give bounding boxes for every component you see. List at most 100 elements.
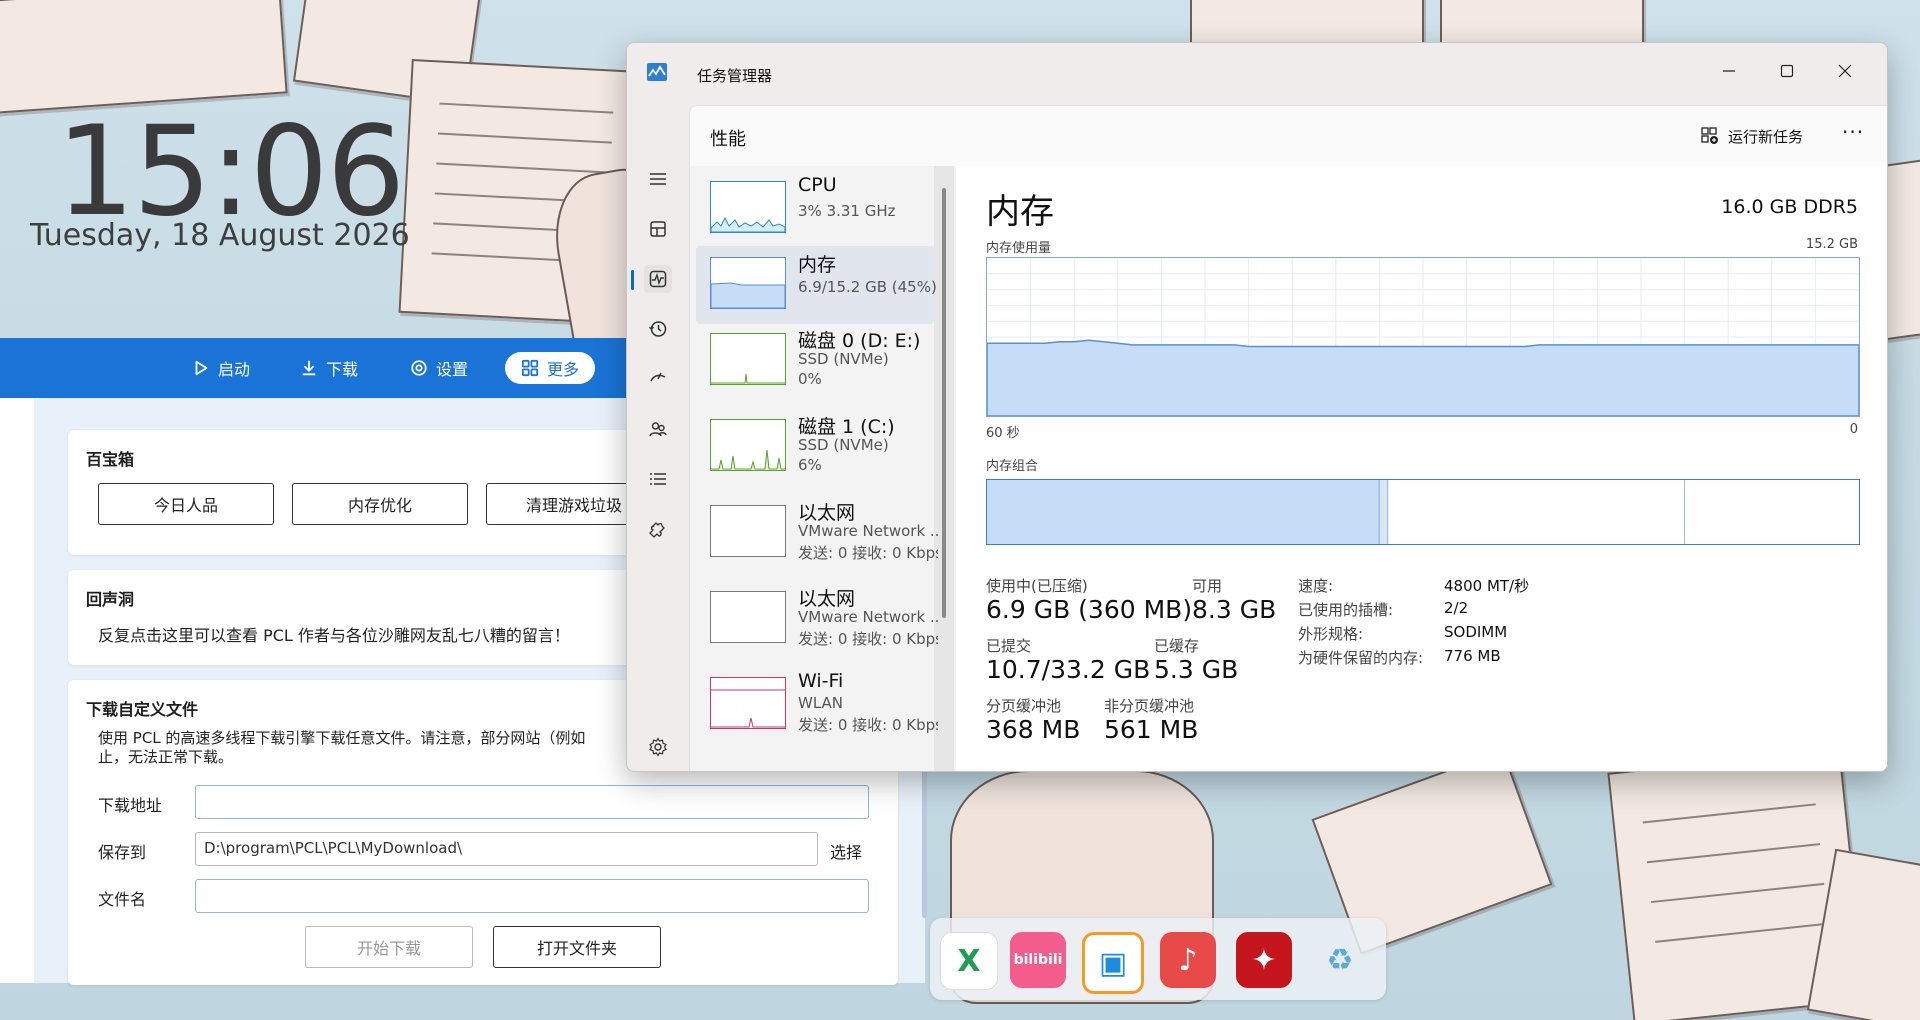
form-factor-value: SODIMM — [1444, 623, 1508, 641]
open-folder-button[interactable]: 打开文件夹 — [493, 926, 661, 968]
available-label: 可用 — [1192, 577, 1223, 595]
pcl-nav-label: 更多 — [547, 360, 580, 379]
pcl-nav-settings[interactable]: 设置 — [394, 352, 484, 384]
save-to-label: 保存到 — [98, 843, 147, 862]
memory-composition-label: 内存组合 — [986, 459, 1039, 474]
desktop-clock-date: Tuesday, 18 August 2026 — [30, 218, 410, 253]
pcl-nav-launch[interactable]: 启动 — [176, 352, 266, 384]
device-sub: 6.9/15.2 GB (45%) — [798, 278, 937, 296]
custom-download-desc-line2: 止，无法正常下载。 — [98, 748, 234, 766]
run-new-task-label: 运行新任务 — [1728, 127, 1804, 146]
task-manager-titlebar[interactable]: 任务管理器 — [627, 43, 1887, 105]
task-manager-window: 任务管理器 性能 运行新任务 ··· CPU 3% 3.31 GHz 内存 6.… — [626, 42, 1888, 772]
committed-label: 已提交 — [986, 637, 1032, 655]
dock-glyph: bilibili — [1013, 952, 1063, 968]
minimize-button[interactable] — [1701, 51, 1757, 91]
device-item-wifi[interactable]: Wi-Fi WLAN 发送: 0 接收: 0 Kbps — [696, 666, 938, 744]
device-sub: 发送: 0 接收: 0 Kbps — [798, 544, 938, 562]
wallpaper-paper — [1190, 0, 1424, 44]
pcl-nav-more[interactable]: 更多 — [505, 352, 596, 384]
recycle-bin-icon[interactable]: ♻ — [1312, 932, 1368, 988]
dock-glyph: ♻ — [1326, 942, 1354, 978]
start-download-button[interactable]: 开始下载 — [305, 926, 473, 968]
filename-label: 文件名 — [98, 890, 147, 909]
device-item-cpu[interactable]: CPU 3% 3.31 GHz — [696, 170, 934, 248]
task-manager-app-icon — [647, 63, 667, 81]
performance-icon — [649, 270, 667, 288]
close-button[interactable] — [1817, 51, 1873, 91]
vmware-icon[interactable]: ▣ — [1082, 932, 1144, 994]
device-item-ethernet-1[interactable]: 以太网 VMware Network ... 发送: 0 接收: 0 Kbps — [696, 494, 938, 572]
nav-processes[interactable] — [644, 215, 672, 243]
echo-text[interactable]: 反复点击这里可以查看 PCL 作者与各位沙雕网友乱七八糟的留言！ — [98, 622, 570, 646]
in-use-label: 使用中(已压缩) — [986, 577, 1088, 595]
wifi-thumbnail — [710, 677, 786, 729]
pcl-left-strip — [0, 398, 34, 983]
device-item-disk0[interactable]: 磁盘 0 (D: E:) SSD (NVMe) 0% — [696, 322, 934, 400]
composition-standby — [1388, 480, 1685, 544]
chaoxing-icon[interactable]: ✦ — [1236, 932, 1292, 988]
composition-modified — [1379, 480, 1389, 544]
custom-download-title: 下载自定义文件 — [86, 700, 199, 719]
memory-optimize-button[interactable]: 内存优化 — [292, 483, 468, 525]
download-url-label: 下载地址 — [98, 796, 163, 815]
device-item-disk1[interactable]: 磁盘 1 (C:) SSD (NVMe) 6% — [696, 408, 934, 486]
device-list-scrollbar[interactable] — [942, 188, 946, 618]
committed-value: 10.7/33.2 GB — [986, 655, 1151, 684]
maximize-button[interactable] — [1759, 51, 1815, 91]
excel-icon[interactable]: X — [940, 932, 998, 990]
more-options-button[interactable]: ··· — [1842, 120, 1864, 144]
nav-settings[interactable] — [644, 733, 672, 761]
disk1-thumbnail — [710, 419, 786, 471]
download-icon — [302, 360, 316, 376]
startup-icon — [650, 372, 666, 382]
download-url-input[interactable] — [195, 785, 869, 819]
choose-folder-link[interactable]: 选择 — [830, 839, 862, 863]
form-factor-label: 外形规格: — [1298, 625, 1364, 643]
nav-details[interactable] — [644, 465, 672, 493]
performance-header: 性能 运行新任务 ··· — [690, 106, 1887, 167]
paged-pool-label: 分页缓冲池 — [986, 697, 1062, 715]
device-sub: VMware Network ... — [798, 522, 938, 540]
nav-users[interactable] — [644, 415, 672, 443]
lucky-today-button[interactable]: 今日人品 — [98, 483, 274, 525]
device-name: 以太网 — [798, 502, 856, 524]
device-sub: 3% 3.31 GHz — [798, 202, 896, 220]
run-new-task-button[interactable]: 运行新任务 — [1700, 122, 1803, 150]
disk0-thumbnail — [710, 333, 786, 385]
task-manager-content: 性能 运行新任务 ··· CPU 3% 3.31 GHz 内存 6.9/15.2… — [689, 105, 1887, 771]
nav-startup[interactable] — [644, 365, 672, 393]
nav-app-history[interactable] — [644, 315, 672, 343]
hamburger-menu-button[interactable] — [644, 165, 672, 193]
memory-usage-max: 15.2 GB — [1805, 237, 1858, 252]
pcl-nav-label: 启动 — [218, 360, 251, 379]
wallpaper-paper — [1440, 0, 1644, 46]
toolbox-title: 百宝箱 — [86, 450, 135, 469]
device-item-ethernet-2[interactable]: 以太网 VMware Network ... 发送: 0 接收: 0 Kbps — [696, 580, 938, 658]
memory-usage-chart — [987, 258, 1859, 416]
dock-glyph: ✦ — [1251, 942, 1277, 978]
netease-music-icon[interactable]: ♪ — [1160, 932, 1216, 988]
device-sub: 0% — [798, 370, 822, 388]
cached-value: 5.3 GB — [1154, 655, 1239, 684]
save-to-input[interactable]: D:\program\PCL\PCL\MyDownload\ — [195, 832, 818, 866]
services-puzzle-icon — [649, 522, 665, 538]
pcl-nav-download[interactable]: 下载 — [284, 352, 374, 384]
device-name: Wi-Fi — [798, 670, 844, 692]
memory-title: 内存 — [986, 192, 1054, 232]
filename-input[interactable] — [195, 879, 869, 913]
device-sub: VMware Network ... — [798, 608, 938, 626]
nav-performance[interactable] — [644, 265, 672, 293]
grid-icon — [521, 359, 539, 377]
device-item-memory[interactable]: 内存 6.9/15.2 GB (45%) — [696, 246, 937, 324]
custom-download-desc-line1: 使用 PCL 的高速多线程下载引擎下载任意文件。请注意，部分网站（例如 — [98, 729, 586, 747]
dock-glyph: X — [957, 943, 981, 979]
bilibili-icon[interactable]: bilibili — [1010, 932, 1066, 988]
memory-usage-graph — [986, 257, 1860, 417]
cached-label: 已缓存 — [1154, 637, 1200, 655]
history-icon — [648, 321, 667, 337]
nav-services[interactable] — [644, 515, 672, 543]
speed-value: 4800 MT/秒 — [1444, 577, 1530, 595]
nonpaged-pool-label: 非分页缓冲池 — [1104, 697, 1195, 715]
device-sub: 发送: 0 接收: 0 Kbps — [798, 630, 938, 648]
